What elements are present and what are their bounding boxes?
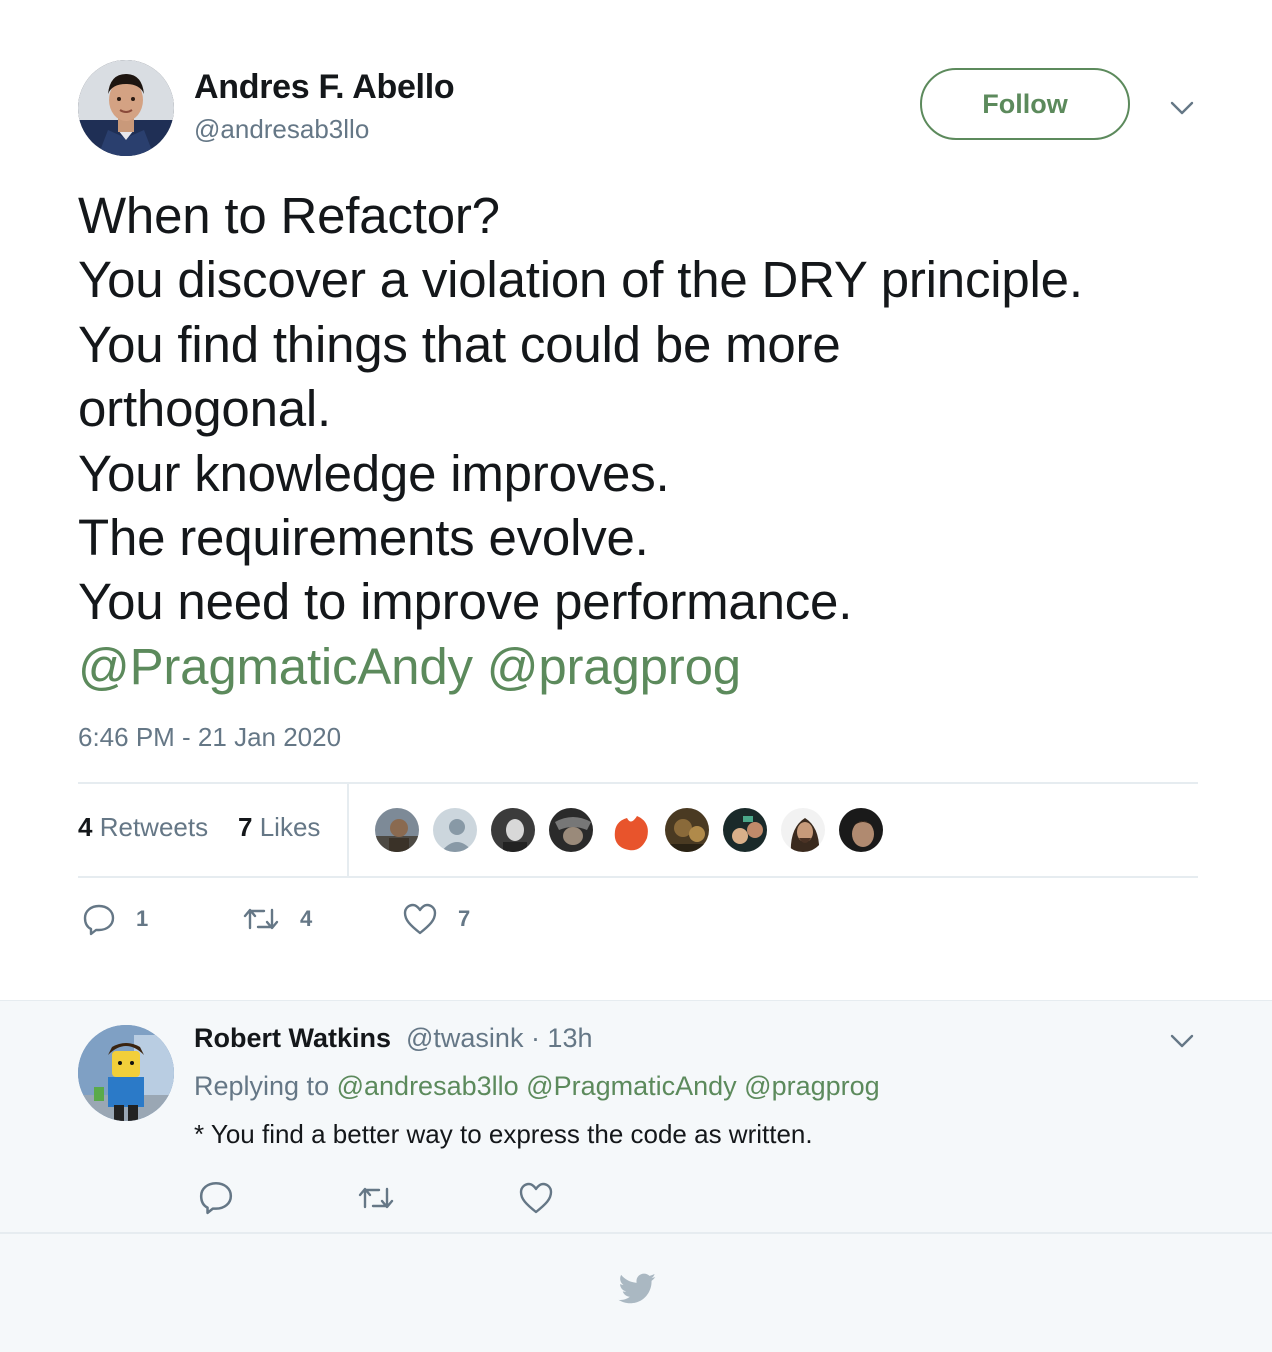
tweet-timestamp[interactable]: 6:46 PM - 21 Jan 2020 <box>78 722 341 753</box>
main-tweet: Andres F. Abello @andresab3llo Follow Wh… <box>0 0 1272 1000</box>
heart-icon <box>519 1182 553 1214</box>
reply-retweet-action[interactable] <box>356 1181 396 1215</box>
speech-bubble-icon <box>83 904 115 936</box>
divider <box>347 784 349 877</box>
tweet-line: You need to improve performance. <box>78 573 853 631</box>
speech-bubble-icon <box>199 1181 233 1215</box>
heart-icon <box>403 903 437 935</box>
liker-avatar[interactable] <box>663 806 711 854</box>
liker-avatar[interactable] <box>373 806 421 854</box>
liker-avatar[interactable] <box>779 806 827 854</box>
mention-link[interactable]: @pragprog <box>744 1071 880 1101</box>
liker-avatar[interactable] <box>837 806 885 854</box>
liker-avatar[interactable] <box>489 806 537 854</box>
mention-link[interactable]: @pragprog <box>487 638 741 695</box>
reply-count: 1 <box>136 906 149 931</box>
likes-stat[interactable]: 7 Likes <box>238 812 320 843</box>
liker-avatar[interactable] <box>431 806 479 854</box>
reply-text: * You find a better way to express the c… <box>194 1119 813 1149</box>
reply-tweet[interactable]: Robert Watkins @twasink · 13h Replying t… <box>0 1000 1272 1232</box>
retweet-icon <box>358 1187 394 1209</box>
reply-action[interactable]: 1 <box>82 902 148 936</box>
replying-to: Replying to @andresab3llo @PragmaticAndy… <box>194 1071 880 1102</box>
tweet-mentions-line: @PragmaticAndy @pragprog <box>78 635 1208 699</box>
footer <box>0 1232 1272 1352</box>
retweets-count: 4 <box>78 812 93 842</box>
author-avatar[interactable] <box>78 60 174 156</box>
tweet-line: The requirements evolve. <box>78 509 649 567</box>
author-handle[interactable]: @andresab3llo <box>194 114 369 145</box>
bird-logo-icon[interactable] <box>618 1272 658 1306</box>
retweet-count: 4 <box>300 906 313 931</box>
reply-author-name[interactable]: Robert Watkins <box>194 1023 391 1054</box>
replying-prefix: Replying to <box>194 1071 330 1101</box>
divider <box>78 782 1198 784</box>
mention-link[interactable]: @PragmaticAndy <box>78 638 473 695</box>
like-count: 7 <box>458 906 471 931</box>
tweet-text: When to Refactor? You discover a violati… <box>78 184 1208 699</box>
tweet-line: Your knowledge improves. <box>78 444 670 502</box>
chevron-down-icon[interactable] <box>1168 1027 1196 1055</box>
like-action[interactable]: 7 <box>402 902 470 936</box>
liker-avatar[interactable] <box>721 806 769 854</box>
liker-avatar[interactable] <box>605 806 653 854</box>
retweet-icon <box>243 908 279 930</box>
reply-reply-action[interactable] <box>198 1179 234 1215</box>
reply-like-action[interactable] <box>518 1181 554 1215</box>
author-name[interactable]: Andres F. Abello <box>194 68 455 107</box>
follow-button[interactable]: Follow <box>920 68 1130 140</box>
retweets-stat[interactable]: 4 Retweets <box>78 812 208 843</box>
reply-author-avatar[interactable] <box>78 1025 174 1121</box>
chevron-down-icon[interactable] <box>1168 94 1196 122</box>
divider <box>78 876 1198 878</box>
mention-link[interactable]: @PragmaticAndy <box>526 1071 737 1101</box>
mention-link[interactable]: @andresab3llo <box>337 1071 519 1101</box>
retweets-label: Retweets <box>99 812 209 842</box>
tweet-line: You discover a violation of the DRY prin… <box>78 251 1083 309</box>
tweet-line: You find things that could be more <box>78 315 841 373</box>
likes-label: Likes <box>259 812 321 842</box>
retweet-action[interactable]: 4 <box>242 902 312 936</box>
reply-author-meta[interactable]: @twasink · 13h <box>406 1023 592 1054</box>
tweet-line: When to Refactor? <box>78 187 500 244</box>
liker-avatar[interactable] <box>547 806 595 854</box>
tweet-line: orthogonal. <box>78 380 331 438</box>
likes-count: 7 <box>238 812 253 842</box>
